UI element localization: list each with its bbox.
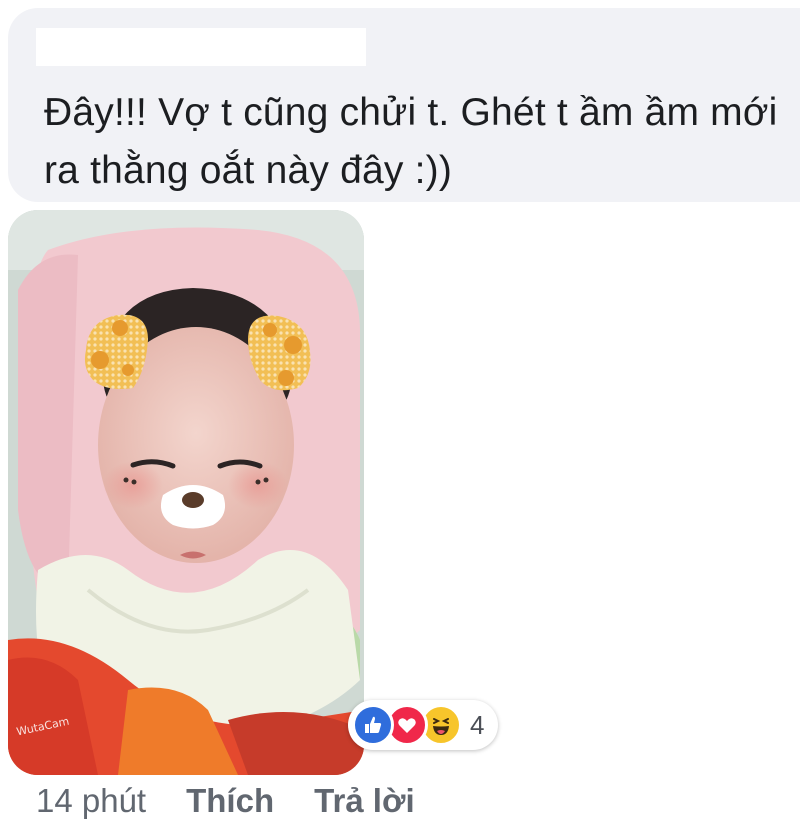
comment-text: Đây!!! Vợ t cũng chửi t. Ghét t ầm ầm mớ… (44, 91, 778, 192)
comment-bubble: Đây!!! Vợ t cũng chửi t. Ghét t ầm ầm mớ… (8, 8, 800, 202)
reaction-count: 4 (470, 709, 485, 740)
comment-thread: Đây!!! Vợ t cũng chửi t. Ghét t ầm ầm mớ… (0, 0, 800, 840)
comment-timestamp[interactable]: 14 phút (36, 782, 146, 820)
like-icon (352, 704, 394, 746)
reactions-summary[interactable]: 4 (348, 700, 499, 750)
redacted-author-name (36, 28, 366, 66)
attached-photo[interactable]: WutaCam (8, 210, 364, 775)
reply-button[interactable]: Trả lời (314, 782, 415, 820)
comment-actions: 14 phút Thích Trả lời (36, 782, 415, 820)
like-button[interactable]: Thích (186, 782, 274, 820)
baby-photo-image (8, 210, 364, 775)
